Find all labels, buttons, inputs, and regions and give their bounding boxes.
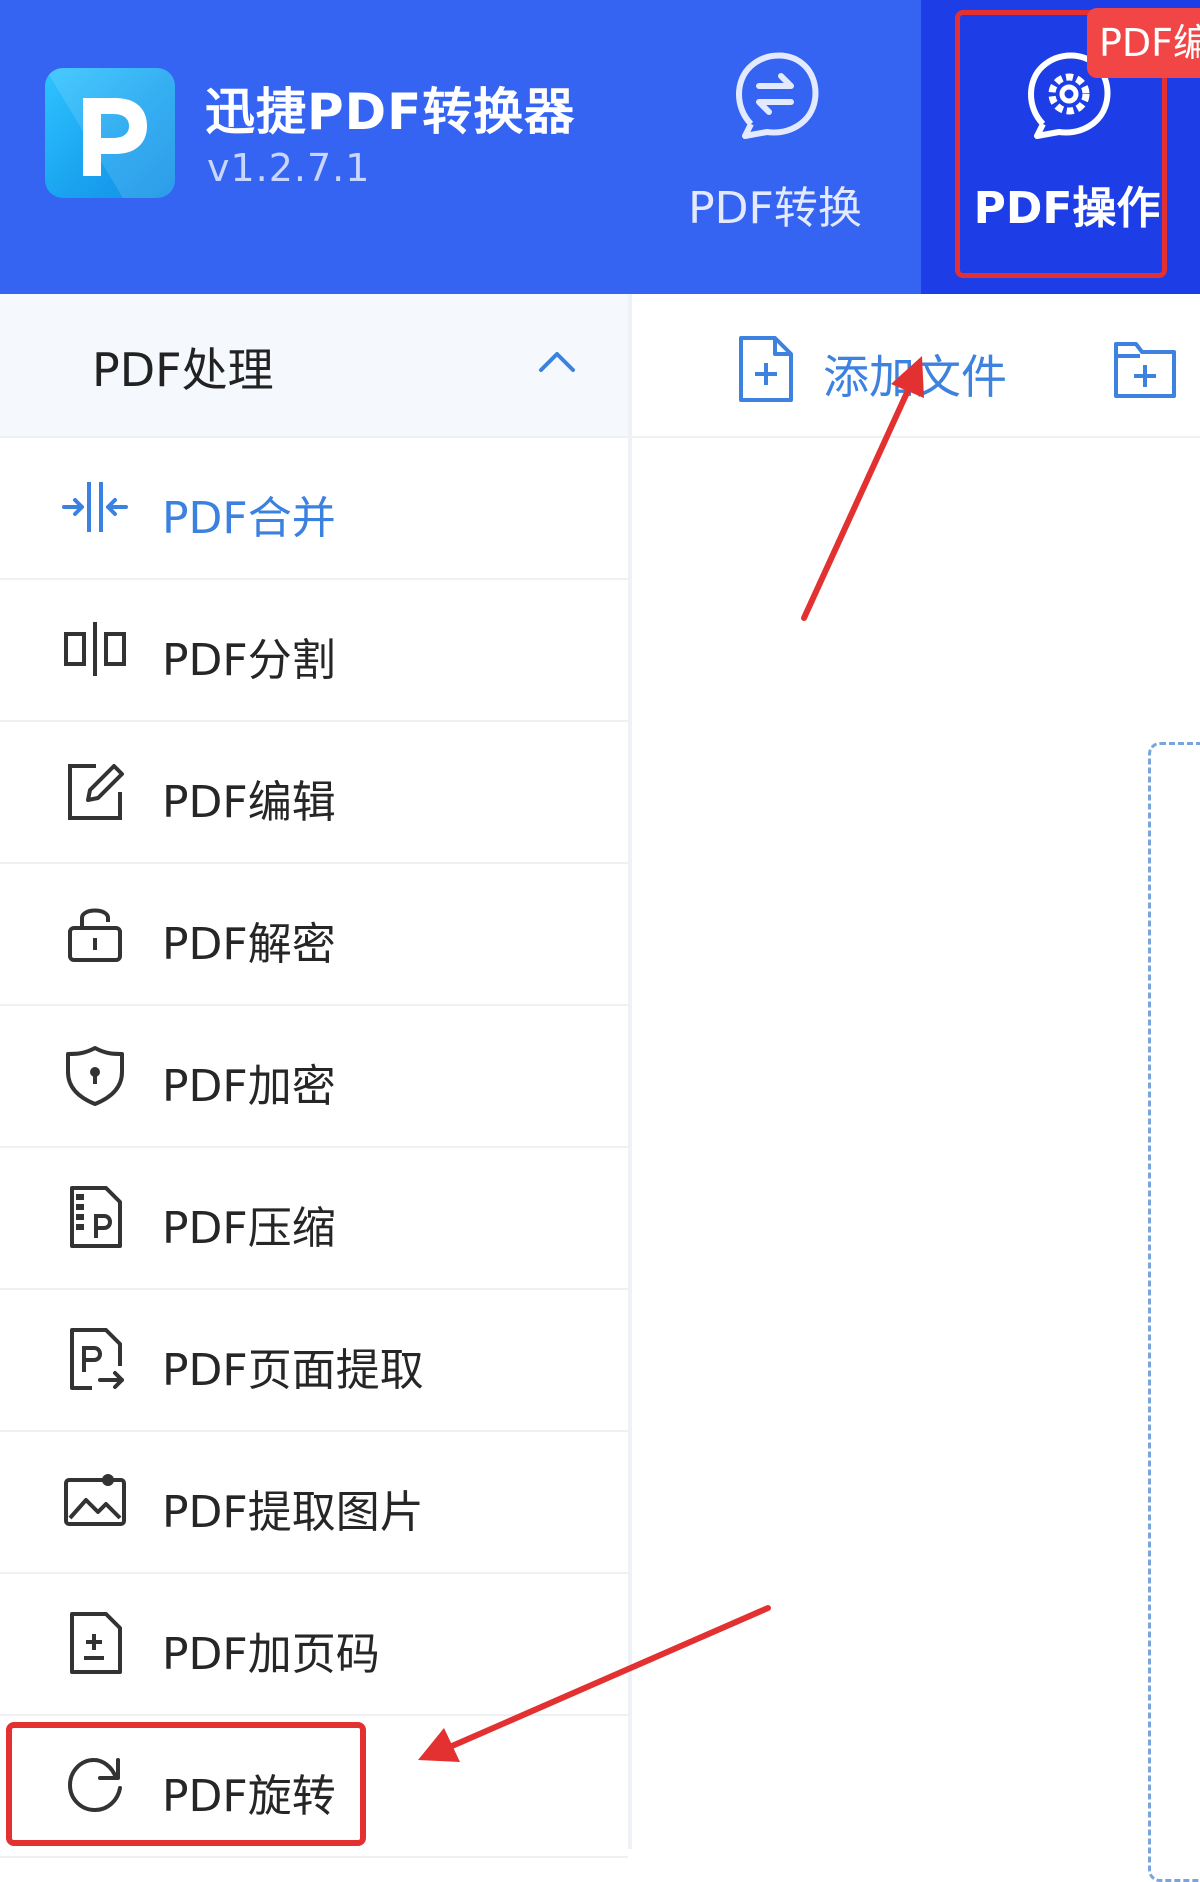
section-title: PDF处理	[92, 343, 274, 397]
sidebar-item-pdf-page-number[interactable]: PDF加页码	[0, 1574, 628, 1716]
tab-label: PDF转换	[688, 183, 862, 234]
sidebar-item-pdf-page-extract[interactable]: PDF页面提取	[0, 1290, 628, 1432]
app-logo	[45, 68, 175, 198]
annotation-highlight-rotate	[6, 1722, 366, 1846]
sidebar-item-label: PDF提取图片	[162, 1487, 424, 1538]
sidebar-item-pdf-merge[interactable]: PDF合并	[0, 438, 628, 580]
sidebar-item-pdf-image-extract[interactable]: PDF提取图片	[0, 1432, 628, 1574]
sidebar-item-pdf-compress[interactable]: PDF压缩	[0, 1148, 628, 1290]
app-header: 迅捷PDF转换器 v1.2.7.1 PDF转换 PDF操作 PDF编	[0, 0, 1200, 294]
sidebar-item-pdf-decrypt[interactable]: PDF解密	[0, 864, 628, 1006]
file-drop-zone[interactable]	[1148, 742, 1200, 1882]
convert-arrows-icon	[725, 44, 825, 144]
app-version: v1.2.7.1	[207, 146, 371, 190]
sidebar-item-label: PDF解密	[162, 919, 336, 970]
pdf-edit-badge[interactable]: PDF编	[1087, 8, 1200, 78]
section-header-pdf-processing[interactable]: PDF处理	[0, 294, 628, 438]
shield-lock-icon	[62, 1042, 128, 1108]
add-folder-icon	[1112, 342, 1178, 404]
sidebar-item-label: PDF分割	[162, 635, 336, 686]
add-file-button[interactable]: 添加文件	[737, 334, 1037, 404]
sidebar: PDF处理 PDF合并 PDF分割 PDF编辑 PDF解密 PDF加密 PDF压…	[0, 294, 628, 1858]
app-title: 迅捷PDF转换器	[205, 83, 576, 141]
merge-icon	[62, 474, 128, 540]
unlock-icon	[62, 900, 128, 966]
sidebar-item-pdf-edit[interactable]: PDF编辑	[0, 722, 628, 864]
add-file-icon	[737, 334, 795, 404]
sidebar-item-label: PDF加密	[162, 1061, 336, 1112]
page-number-icon	[62, 1610, 128, 1676]
image-extract-icon	[62, 1468, 128, 1534]
sidebar-item-pdf-encrypt[interactable]: PDF加密	[0, 1006, 628, 1148]
edit-icon	[62, 758, 128, 824]
tab-pdf-convert[interactable]: PDF转换	[660, 0, 890, 294]
sidebar-item-pdf-split[interactable]: PDF分割	[0, 580, 628, 722]
add-file-label: 添加文件	[823, 350, 1007, 404]
sidebar-item-label: PDF加页码	[162, 1629, 380, 1680]
sidebar-item-label: PDF编辑	[162, 777, 336, 828]
sidebar-item-label: PDF页面提取	[162, 1345, 424, 1396]
split-icon	[62, 616, 128, 682]
add-folder-button[interactable]	[1112, 338, 1178, 400]
nav-list: PDF合并 PDF分割 PDF编辑 PDF解密 PDF加密 PDF压缩 PDF页…	[0, 438, 628, 1858]
sidebar-item-label: PDF合并	[162, 493, 336, 544]
toolbar: 添加文件	[632, 294, 1200, 438]
compress-file-icon	[62, 1184, 128, 1250]
chevron-up-icon[interactable]	[535, 344, 579, 380]
sidebar-item-label: PDF压缩	[162, 1203, 336, 1254]
page-extract-icon	[62, 1326, 128, 1392]
sidebar-divider	[628, 294, 632, 1849]
